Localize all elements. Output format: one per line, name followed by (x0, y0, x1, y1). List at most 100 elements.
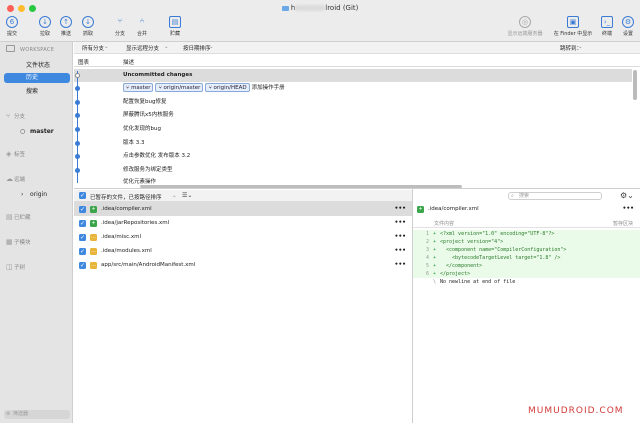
remote-icon: ◎ (519, 16, 531, 28)
commit-row[interactable]: 优化发现的bug (74, 123, 632, 136)
chevron-down-icon: ⌄ (209, 44, 214, 50)
diff-line: \ No newline at end of file (433, 279, 516, 285)
description-column-header[interactable]: 描述 (123, 58, 134, 66)
sidebar-filter-input[interactable]: ⊜ 筛选器 (4, 410, 70, 419)
history-vertical-scrollbar[interactable] (633, 70, 637, 100)
file-row[interactable]: ✓ … app/src/main/AndroidManifest.xml ••• (74, 258, 412, 272)
sidebar-item-file-status[interactable]: 文件状态 (4, 61, 70, 71)
terminal-button[interactable]: ›_ 终端 (597, 16, 617, 37)
file-checkbox[interactable]: ✓ (79, 261, 86, 269)
history-column-header: 图表 描述 (74, 55, 640, 67)
subtree-icon: ◫ (6, 263, 13, 271)
commit-graph-node (75, 127, 80, 132)
file-row[interactable]: ✓ + .idea/compiler.xml ••• (74, 202, 412, 216)
commit-graph-node (75, 100, 80, 105)
push-button[interactable]: ↑ 推送 (54, 16, 78, 37)
files-sort-label[interactable]: 已暂存的文件，已按路径排序 (90, 193, 162, 201)
more-options-icon[interactable]: ••• (394, 258, 406, 272)
fetch-button[interactable]: ↓ 抓取 (76, 16, 100, 37)
push-icon: ↑ (60, 16, 72, 28)
sidebar-item-search[interactable]: 搜索 (4, 87, 70, 97)
sidebar-section-tags[interactable]: ◈ 标签 (6, 150, 25, 158)
sidebar-item-master[interactable]: ○ master (4, 127, 70, 137)
commit-icon: 6 (6, 16, 18, 28)
commit-graph-node (75, 154, 80, 159)
search-input[interactable]: ⌕ 搜索 (508, 192, 602, 200)
select-all-checkbox[interactable]: ✓ (79, 192, 86, 199)
added-file-icon: + (90, 205, 97, 213)
commit-row[interactable]: 屏蔽腾讯x5内核服务 (74, 109, 632, 122)
submodule-icon: ▦ (6, 238, 13, 246)
file-checkbox[interactable]: ✓ (79, 233, 86, 241)
diff-line: 3 + <component name="CompilerConfiguratio… (413, 246, 640, 254)
merge-button[interactable]: ⑃ 合并 (130, 16, 154, 37)
branch-button[interactable]: ⑂ 分支 (108, 16, 132, 37)
gear-icon[interactable]: ⚙⌄ (620, 191, 634, 200)
gear-icon: ⚙ (622, 16, 634, 28)
more-options-icon[interactable]: ••• (394, 202, 406, 216)
commit-row[interactable]: 配置恢复bug修复 (74, 96, 632, 109)
chevron-down-icon: ⌄ (172, 193, 177, 199)
commit-row[interactable]: 点击参数优化 发布版本 3.2 (74, 150, 632, 163)
diff-line: 1 + <?xml version="1.0" encoding="UTF-8"?> (413, 230, 640, 238)
more-options-icon[interactable]: ••• (394, 216, 406, 230)
branch-tag-master[interactable]: ⑂ master (123, 83, 154, 92)
sidebar-item-origin[interactable]: › origin (4, 190, 70, 200)
terminal-icon: ›_ (601, 16, 613, 28)
file-row[interactable]: ✓ … .idea/modules.xml ••• (74, 244, 412, 258)
branch-icon: ⑂ (117, 17, 123, 25)
branch-tag-origin-master[interactable]: ⑂ origin/master (155, 83, 204, 92)
tag-icon: ◈ (6, 150, 12, 158)
sidebar-section-subtrees[interactable]: ◫子树 (6, 263, 25, 271)
more-options-icon[interactable]: ••• (622, 205, 634, 212)
file-checkbox[interactable]: ✓ (79, 219, 86, 227)
watermark: MUMUDROID.COM (528, 406, 624, 416)
commit-graph-node (75, 168, 80, 173)
commit-row[interactable]: ⑂ master ⑂ origin/master ⑂ origin/HEAD 添加操作… (74, 82, 632, 95)
commit-row[interactable]: Uncommitted changes (74, 69, 632, 82)
stash-button[interactable]: ▤ 贮藏 (163, 16, 187, 37)
commit-graph-node (75, 86, 80, 91)
show-in-finder-button[interactable]: ▣ 在 Finder 中显示 (551, 16, 595, 37)
stash-icon: ▤ (169, 16, 181, 28)
modified-file-icon: … (90, 247, 97, 255)
pane-divider[interactable] (74, 188, 640, 189)
settings-button[interactable]: ⚙ 设置 (618, 16, 638, 37)
filter-icon: ⊜ (6, 411, 11, 417)
chevron-down-icon: ⌄ (578, 44, 583, 50)
redacted-text (295, 5, 326, 11)
cloud-icon: ☁ (6, 175, 13, 183)
branch-tag-origin-head[interactable]: ⑂ origin/HEAD (205, 83, 250, 92)
sidebar-section-stashes[interactable]: ▤已贮藏 (6, 213, 31, 221)
commit-button[interactable]: 6 提交 (0, 16, 24, 37)
commit-row[interactable]: 优化元素操作 (74, 176, 632, 185)
diff-line: 6 + </project> (413, 270, 640, 278)
file-row[interactable]: ✓ + .idea/jarRepositories.xml ••• (74, 216, 412, 230)
diff-file-header: + .idea/compiler.xml ••• (413, 202, 640, 216)
file-checkbox[interactable]: ✓ (79, 205, 86, 213)
sidebar-section-submodules[interactable]: ▦子模块 (6, 238, 31, 246)
more-options-icon[interactable]: ••• (394, 230, 406, 244)
modified-file-icon: … (90, 261, 97, 269)
file-row[interactable]: ✓ … .idea/misc.xml ••• (74, 230, 412, 244)
sidebar-item-history[interactable]: 历史 (4, 73, 70, 83)
commit-graph-node (75, 141, 80, 146)
commit-row[interactable]: 版本 3.3 (74, 137, 632, 150)
commit-graph-node (75, 113, 80, 118)
order-dropdown[interactable]: 按日期排序 (183, 44, 211, 52)
sidebar-section-remotes[interactable]: ☁远端 (6, 175, 25, 183)
remote-filter-dropdown[interactable]: 显示远程分支 (126, 44, 159, 52)
sidebar: WORKSPACE 文件状态 历史 搜索 ⑂ 分支 ○ master ◈ 标签 ☁远端… (0, 42, 73, 423)
graph-column-header[interactable]: 图表 (78, 58, 89, 66)
sidebar-section-branches[interactable]: ⑂ 分支 (6, 112, 25, 120)
show-remote-button[interactable]: ◎ 显示远端服务器 (505, 16, 545, 37)
chevron-down-icon: ⌄ (104, 44, 109, 50)
diff-line: 2 + <project version="4"> (413, 238, 640, 246)
more-options-icon[interactable]: ••• (394, 244, 406, 258)
branch-filter-dropdown[interactable]: 所有分支 (82, 44, 104, 52)
list-view-icon[interactable]: ☰⌄ (182, 192, 192, 199)
history-toolbar: 所有分支 ⌄ 显示远程分支 ⌄ 按日期排序 ⌄ 跳转到： ⌄ (74, 42, 640, 54)
stage-hunk-button[interactable]: 暂存区块 (613, 220, 633, 227)
file-checkbox[interactable]: ✓ (79, 247, 86, 255)
workspace-icon (6, 45, 15, 52)
